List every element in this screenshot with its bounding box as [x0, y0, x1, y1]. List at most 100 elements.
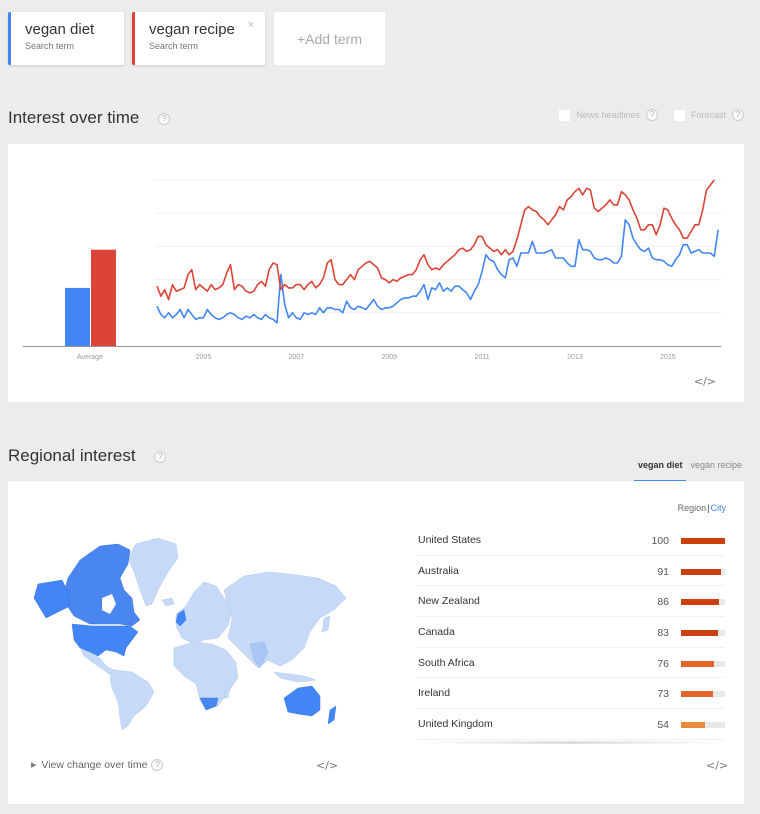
forecast-option[interactable]: Forecast ? — [673, 109, 744, 121]
forecast-checkbox[interactable] — [673, 109, 685, 121]
average-label: Average — [77, 354, 103, 361]
region-bar-fill — [681, 660, 715, 667]
map-alaska[interactable] — [33, 579, 71, 619]
news-headlines-option[interactable]: News headlines ? — [559, 109, 658, 121]
region-bar-fill — [681, 599, 719, 606]
interest-over-time-heading: Interest over time ? — [8, 108, 171, 128]
map-australia[interactable] — [283, 685, 321, 717]
x-tick-label: 2007 — [289, 354, 305, 361]
region-value: 91 — [657, 565, 669, 578]
region-bar-fill — [681, 568, 722, 575]
region-name: Canada — [418, 626, 455, 639]
view-change-over-time[interactable]: ▶ View change over time ? — [31, 759, 164, 771]
help-icon[interactable]: ? — [158, 112, 171, 125]
region-name: Ireland — [418, 687, 451, 700]
average-bar-vegan-diet — [65, 287, 90, 346]
series-line-vegan-diet — [156, 219, 719, 324]
region-row[interactable]: New Zealand 86 — [417, 586, 725, 618]
region-bar-track — [681, 538, 725, 544]
map-india[interactable] — [249, 641, 269, 669]
option-label: Forecast — [690, 110, 726, 120]
region-name: South Africa — [418, 656, 475, 669]
world-map[interactable] — [28, 520, 358, 730]
x-tick-label: 2015 — [660, 354, 676, 361]
term-name: vegan diet — [25, 21, 95, 38]
region-bar-track — [681, 722, 725, 729]
region-bar-fill — [681, 691, 714, 698]
help-icon[interactable]: ? — [732, 109, 744, 121]
term-subtitle: Search term — [25, 41, 75, 51]
close-icon[interactable]: × — [248, 19, 254, 31]
region-value: 73 — [657, 688, 669, 701]
chart-options: News headlines ? Forecast ? — [543, 109, 744, 121]
list-scroll-shadow — [417, 741, 725, 744]
region-bar-track — [681, 630, 725, 637]
tab-vegan-recipe[interactable]: vegan recipe — [686, 455, 746, 482]
view-change-label: View change over time — [41, 759, 148, 771]
region-list: United States 100 Australia 91 New Zealand 86… — [417, 525, 725, 740]
region-row[interactable]: South Africa 76 — [417, 648, 725, 679]
map-greenland[interactable] — [127, 537, 179, 607]
region-value: 54 — [657, 719, 669, 732]
x-tick-label: 2005 — [196, 354, 212, 361]
region-name: United Kingdom — [418, 718, 493, 731]
region-name: New Zealand — [418, 595, 480, 608]
term-card-vegan-diet[interactable]: vegan diet Search term — [8, 12, 124, 65]
region-bar-track — [681, 568, 725, 575]
add-term-button[interactable]: +Add term — [274, 12, 385, 65]
help-icon[interactable]: ? — [151, 759, 164, 771]
average-bar-vegan-recipe — [91, 249, 116, 346]
embed-code-icon[interactable]: </> — [694, 375, 716, 388]
region-value: 100 — [651, 535, 669, 547]
toggle-separator: | — [707, 503, 710, 513]
region-row[interactable]: United States 100 — [417, 525, 725, 556]
tab-vegan-diet[interactable]: vegan diet — [633, 455, 687, 482]
region-value: 76 — [657, 657, 669, 670]
interest-over-time-panel: Average 2005 2007 2009 2011 2013 2015 </> — [8, 144, 744, 402]
term-color-bar — [132, 12, 135, 65]
region-bar-track — [681, 691, 725, 698]
map-canada[interactable] — [63, 543, 141, 627]
city-option[interactable]: City — [711, 503, 727, 513]
x-tick-label: 2009 — [381, 354, 397, 361]
region-bar-fill — [681, 630, 718, 637]
region-value: 83 — [657, 627, 669, 640]
section-title: Regional interest — [8, 446, 136, 465]
x-tick-label: 2011 — [475, 354, 490, 361]
region-bar-track — [681, 660, 725, 667]
help-icon[interactable]: ? — [645, 109, 658, 121]
region-name: United States — [418, 534, 482, 546]
interest-chart: Average 2005 2007 2009 2011 2013 2015 — [23, 179, 721, 361]
term-name: vegan recipe — [149, 21, 235, 38]
term-subtitle: Search term — [149, 41, 199, 51]
map-japan[interactable] — [321, 615, 331, 633]
region-row[interactable]: Ireland 73 — [417, 678, 725, 710]
region-bar-fill — [681, 538, 725, 544]
series-line-vegan-recipe — [156, 179, 715, 301]
region-option[interactable]: Region — [678, 503, 707, 513]
option-label: News headlines — [576, 110, 640, 120]
list-embed-code-icon[interactable]: </> — [706, 759, 728, 772]
region-value: 86 — [657, 596, 669, 609]
region-city-toggle: Region|City — [678, 503, 726, 513]
regional-interest-heading: Regional interest ? — [8, 446, 167, 466]
region-row[interactable]: Australia 91 — [417, 556, 725, 587]
map-embed-code-icon[interactable]: </> — [316, 759, 338, 772]
term-card-vegan-recipe[interactable]: vegan recipe Search term × — [132, 12, 265, 65]
map-indonesia[interactable] — [273, 671, 317, 683]
term-color-bar — [8, 12, 11, 65]
section-title: Interest over time — [8, 108, 140, 127]
map-south-america[interactable] — [109, 669, 155, 730]
region-name: Australia — [418, 564, 459, 577]
x-tick-label: 2013 — [567, 354, 583, 361]
map-new-zealand[interactable] — [327, 705, 337, 725]
map-iceland[interactable] — [161, 597, 175, 607]
region-row[interactable]: Canada 83 — [417, 617, 725, 648]
news-headlines-checkbox[interactable] — [559, 109, 571, 121]
help-icon[interactable]: ? — [154, 450, 167, 463]
expand-triangle-icon: ▶ — [31, 762, 37, 769]
region-bar-fill — [681, 722, 705, 729]
regional-tabs: vegan diet vegan recipe — [633, 455, 746, 482]
region-bar-track — [681, 599, 725, 606]
region-row[interactable]: United Kingdom 54 — [417, 709, 725, 740]
